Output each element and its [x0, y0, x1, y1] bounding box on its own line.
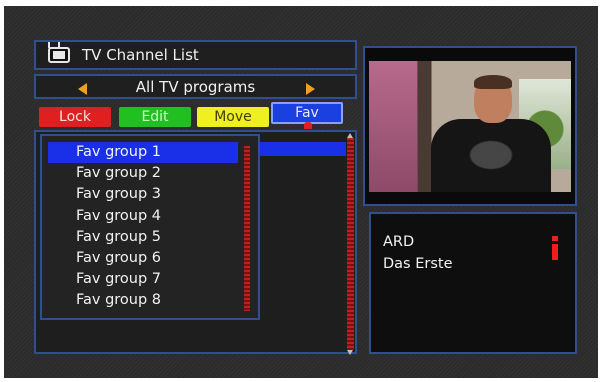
fav-group-scrollbar[interactable]: [244, 146, 250, 311]
group-selector-label: All TV programs: [135, 77, 256, 96]
edit-button[interactable]: Edit: [119, 107, 191, 127]
title-bar: TV Channel List: [34, 40, 357, 70]
fav-group-item[interactable]: Fav group 2: [48, 163, 238, 184]
info-icon[interactable]: [552, 236, 558, 260]
group-selector[interactable]: All TV programs: [34, 74, 357, 99]
fav-group-item[interactable]: Fav group 6: [48, 248, 238, 269]
lock-button[interactable]: Lock: [39, 107, 111, 127]
video-image: [369, 61, 571, 192]
fav-group-item[interactable]: Fav group 1: [48, 142, 238, 164]
fav-button[interactable]: Fav: [271, 102, 343, 129]
program-name: Das Erste: [383, 256, 453, 272]
fav-group-item[interactable]: Fav group 8: [48, 290, 238, 311]
channel-info-panel: ARD Das Erste: [369, 212, 577, 354]
selected-channel-row[interactable]: [258, 142, 346, 156]
fav-group-list: Fav group 1 Fav group 2 Fav group 3 Fav gro…: [48, 142, 238, 312]
arrow-left-icon[interactable]: [78, 83, 87, 95]
channel-list-scrollbar[interactable]: [347, 133, 354, 355]
fav-group-item[interactable]: Fav group 5: [48, 227, 238, 248]
tv-icon: [48, 47, 70, 63]
arrow-right-icon[interactable]: [306, 83, 315, 95]
page-title: TV Channel List: [82, 46, 199, 64]
fav-group-item[interactable]: Fav group 7: [48, 269, 238, 290]
fav-group-popup: Fav group 1 Fav group 2 Fav group 3 Fav gro…: [40, 134, 260, 320]
channel-name: ARD: [383, 234, 415, 250]
video-preview: [363, 46, 577, 206]
fav-group-item[interactable]: Fav group 4: [48, 206, 238, 227]
fav-indicator: [304, 122, 312, 129]
color-buttons: Lock Edit Move Fav: [34, 102, 357, 129]
move-button[interactable]: Move: [197, 107, 269, 127]
fav-button-label: Fav: [295, 105, 319, 121]
fav-group-item[interactable]: Fav group 3: [48, 184, 238, 205]
